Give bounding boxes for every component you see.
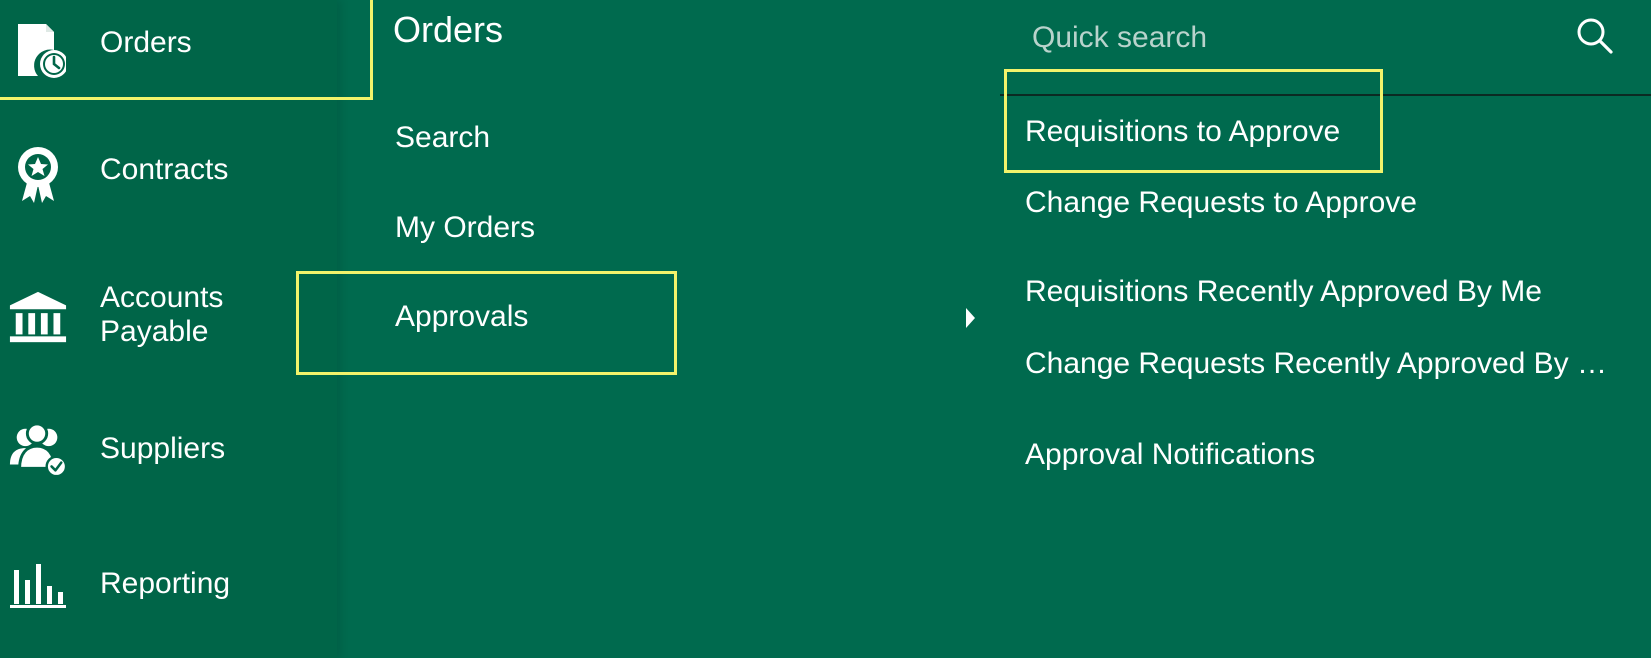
quick-search-input[interactable] [1000, 14, 1540, 62]
submenu-item-approvals[interactable]: Approvals [395, 299, 528, 335]
nav-item-suppliers[interactable]: Suppliers [0, 400, 337, 500]
link-change-requests-recently-approved[interactable]: Change Requests Recently Approved By … [1025, 346, 1607, 382]
nav-item-accounts-payable[interactable]: Accounts Payable [0, 267, 337, 367]
bar-chart-icon [8, 555, 68, 615]
nav-item-label: Suppliers [100, 432, 226, 465]
link-requisitions-recently-approved[interactable]: Requisitions Recently Approved By Me [1025, 274, 1542, 310]
search-icon[interactable] [1575, 16, 1615, 56]
nav-item-label: Reporting [100, 567, 231, 600]
app-window: Orders Contracts Accounts Payable Suppli… [0, 0, 1651, 658]
link-requisitions-to-approve[interactable]: Requisitions to Approve [1025, 114, 1340, 150]
submenu-title: Orders [393, 9, 504, 50]
contracts-icon [8, 145, 68, 205]
orders-icon [8, 20, 68, 80]
link-change-requests-to-approve[interactable]: Change Requests to Approve [1025, 185, 1417, 221]
submenu-item-my-orders[interactable]: My Orders [395, 210, 535, 246]
nav-item-orders[interactable]: Orders [0, 0, 337, 100]
link-approval-notifications[interactable]: Approval Notifications [1025, 437, 1315, 473]
nav-item-contracts[interactable]: Contracts [0, 125, 337, 225]
main-nav: Orders Contracts Accounts Payable Suppli… [0, 0, 373, 658]
nav-item-label: Orders [100, 26, 192, 59]
bank-icon [8, 287, 68, 347]
chevron-right-icon [966, 308, 975, 328]
nav-item-label: Accounts Payable [100, 281, 224, 348]
nav-item-reporting[interactable]: Reporting [0, 535, 337, 635]
submenu-item-search[interactable]: Search [395, 120, 490, 156]
search-underline [1000, 94, 1651, 96]
suppliers-icon [8, 420, 68, 480]
nav-item-label: Contracts [100, 153, 229, 186]
